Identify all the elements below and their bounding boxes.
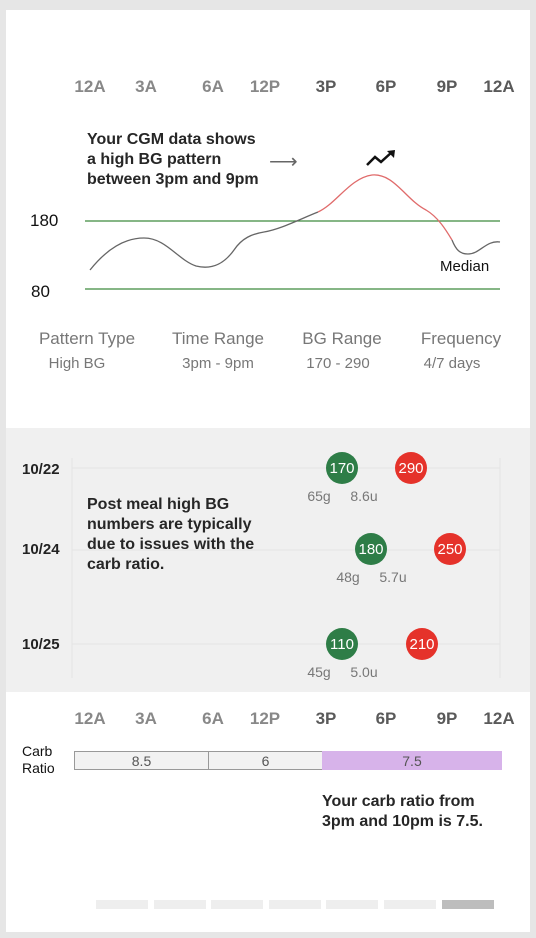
page-dot[interactable] <box>269 900 321 909</box>
stat-value-bg-range: 170 - 290 <box>306 355 370 372</box>
hour-label: 12P <box>249 709 281 728</box>
stat-header-time-range: Time Range <box>172 329 264 348</box>
post-meal-bg-badge[interactable]: 250 <box>434 533 466 565</box>
page-dot-active[interactable] <box>442 900 494 909</box>
meal-message-line: Post meal high BG <box>87 496 230 513</box>
page-dot[interactable] <box>96 900 148 909</box>
hour-label: 12A <box>483 709 515 728</box>
hour-label: 9P <box>436 709 458 728</box>
meal-carbs: 45g <box>307 664 331 680</box>
stat-header-pattern-type: Pattern Type <box>38 329 136 348</box>
meal-insulin: 5.0u <box>350 664 378 680</box>
meal-date: 10/25 <box>22 636 60 653</box>
carb-ratio-message: Your carb ratio from 3pm and 10pm is 7.5… <box>322 792 483 832</box>
pre-meal-bg-badge[interactable]: 180 <box>355 533 387 565</box>
hour-label: 6P <box>375 709 397 728</box>
meal-message-line: carb ratio. <box>87 556 165 573</box>
median-curve-high <box>317 174 453 241</box>
meal-message-line: due to issues with the <box>87 536 255 553</box>
meal-message-line: numbers are typically <box>87 516 252 533</box>
pre-meal-bg-badge[interactable]: 110 <box>326 628 358 660</box>
hour-label: 3P <box>315 709 337 728</box>
stat-value-pattern-type: High BG <box>48 355 106 372</box>
hour-label: 3A <box>135 709 157 728</box>
meal-date: 10/24 <box>22 541 60 558</box>
meal-carbs: 48g <box>336 569 360 585</box>
bg-median-chart <box>85 174 501 290</box>
carb-ratio-label-line: Carb <box>22 743 53 759</box>
hour-label: 12A <box>74 709 106 728</box>
hour-label: 6A <box>202 709 224 728</box>
page-dot[interactable] <box>384 900 436 909</box>
median-curve-tail <box>451 239 501 255</box>
carb-ratio-label: Carb Ratio <box>22 743 55 777</box>
stat-header-frequency: Frequency <box>420 329 502 348</box>
post-meal-bg-badge[interactable]: 290 <box>395 452 427 484</box>
page-dot[interactable] <box>154 900 206 909</box>
page-dot[interactable] <box>211 900 263 909</box>
meal-carbs: 65g <box>307 488 331 504</box>
carb-ratio-segment-highlighted[interactable]: 7.5 <box>322 751 502 770</box>
meal-insulin: 5.7u <box>379 569 407 585</box>
meal-date: 10/22 <box>22 461 60 478</box>
pattern-card: 12A 3A 6A 12P 3P 6P 9P 12A Your CGM data… <box>6 10 530 932</box>
median-label: Median <box>440 258 490 275</box>
carb-ratio-message-line: Your carb ratio from <box>322 793 475 810</box>
post-meal-bg-badge[interactable]: 210 <box>406 628 438 660</box>
meal-insulin: 8.6u <box>350 488 378 504</box>
carb-ratio-label-line: Ratio <box>22 760 55 776</box>
page-dot[interactable] <box>326 900 378 909</box>
stat-value-time-range: 3pm - 9pm <box>182 355 254 372</box>
pre-meal-bg-badge[interactable]: 170 <box>326 452 358 484</box>
carb-ratio-message-line: 3pm and 10pm is 7.5. <box>322 813 483 830</box>
stat-header-bg-range: BG Range <box>302 329 382 348</box>
stat-value-frequency: 4/7 days <box>423 355 481 372</box>
carb-ratio-segment[interactable]: 8.5 <box>74 751 209 770</box>
meal-message: Post meal high BG numbers are typically … <box>87 495 254 575</box>
carb-ratio-segment[interactable]: 6 <box>208 751 323 770</box>
